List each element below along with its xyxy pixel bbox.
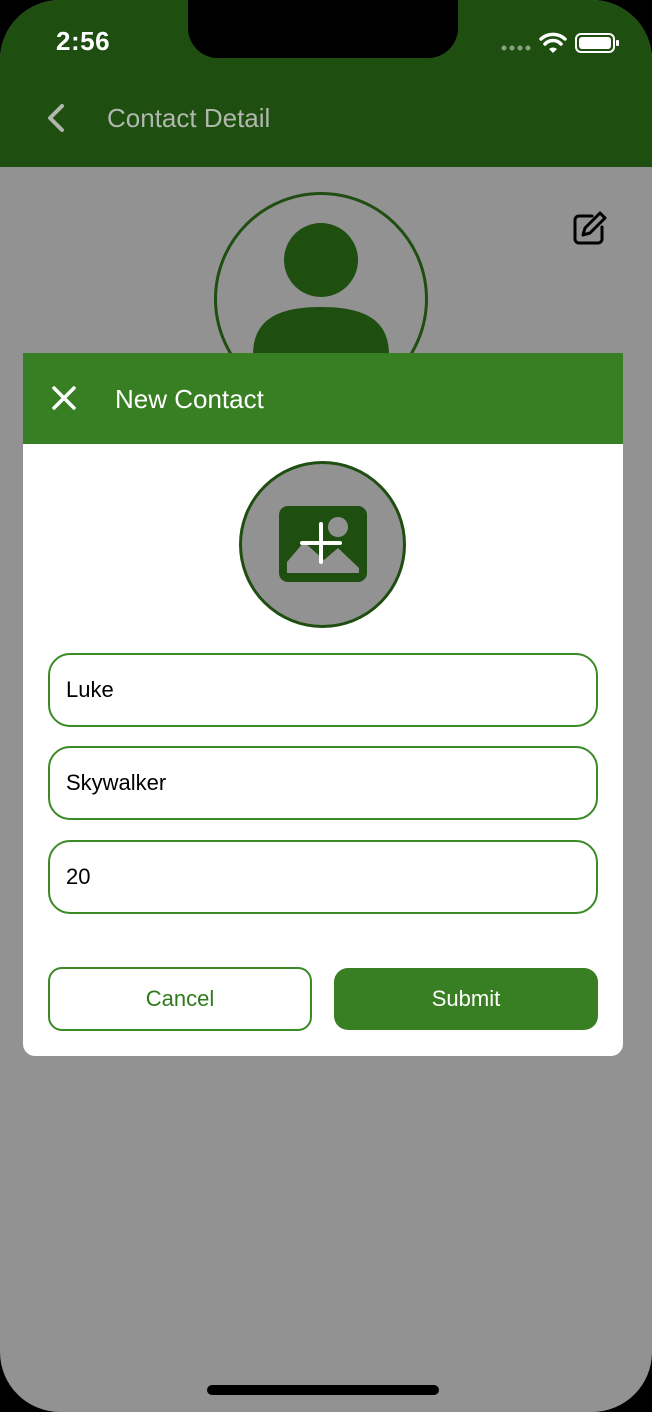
back-button[interactable] [40,100,74,136]
dialog-title: New Contact [115,384,264,414]
first-name-input[interactable] [66,655,576,725]
cancel-button[interactable]: Cancel [48,967,312,1031]
submit-button[interactable]: Submit [334,968,598,1030]
screen: 2:56 Contact Detail New Contact Luke Sky… [0,0,652,1412]
status-time: 2:56 [56,26,111,56]
age-input[interactable] [66,842,576,912]
close-icon [52,386,76,410]
last-name-input[interactable] [66,748,576,818]
home-indicator[interactable] [207,1385,439,1395]
last-name-field[interactable] [48,746,598,820]
chevron-left-icon [48,104,64,132]
dialog-header: New Contact [23,353,623,444]
nav-title: Contact Detail [107,103,271,133]
add-image-icon [279,506,367,582]
edit-button[interactable] [570,208,610,248]
notch [188,0,458,58]
new-contact-dialog: New Contact Cancel Submit [23,353,623,1056]
edit-icon [573,211,607,245]
status-icons [500,30,620,56]
status-indicators-icon [501,32,619,53]
device-frame: 2:56 Contact Detail New Contact Luke Sky… [0,0,652,1412]
first-name-field[interactable] [48,653,598,727]
close-button[interactable] [49,383,79,413]
add-photo-button[interactable] [239,461,406,628]
age-field[interactable] [48,840,598,914]
